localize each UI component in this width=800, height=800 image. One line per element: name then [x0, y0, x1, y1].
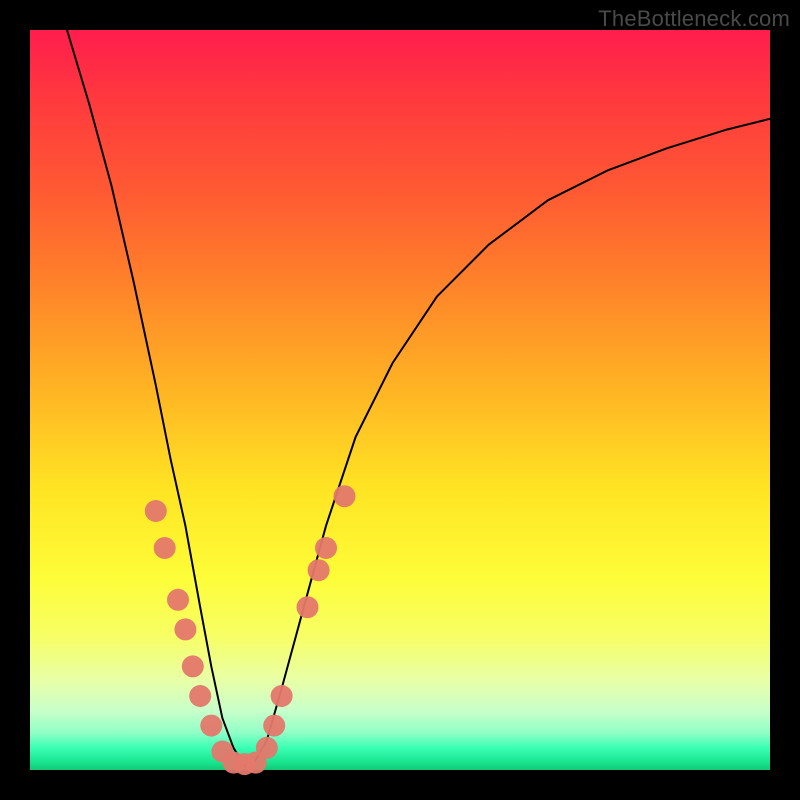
highlight-point — [334, 485, 356, 507]
highlight-point — [189, 685, 211, 707]
highlight-point — [182, 655, 204, 677]
highlight-point — [308, 559, 330, 581]
highlight-point — [200, 715, 222, 737]
highlight-point — [297, 596, 319, 618]
watermark-text: TheBottleneck.com — [598, 6, 790, 32]
highlighted-points — [145, 485, 356, 775]
highlight-point — [271, 685, 293, 707]
highlight-point — [167, 589, 189, 611]
chart-frame: TheBottleneck.com — [0, 0, 800, 800]
highlight-point — [263, 715, 285, 737]
bottleneck-curve-path — [67, 30, 770, 766]
bottleneck-curve — [67, 30, 770, 766]
chart-svg — [30, 30, 770, 770]
highlight-point — [256, 737, 278, 759]
highlight-point — [174, 618, 196, 640]
highlight-point — [145, 500, 167, 522]
highlight-point — [154, 537, 176, 559]
highlight-point — [315, 537, 337, 559]
